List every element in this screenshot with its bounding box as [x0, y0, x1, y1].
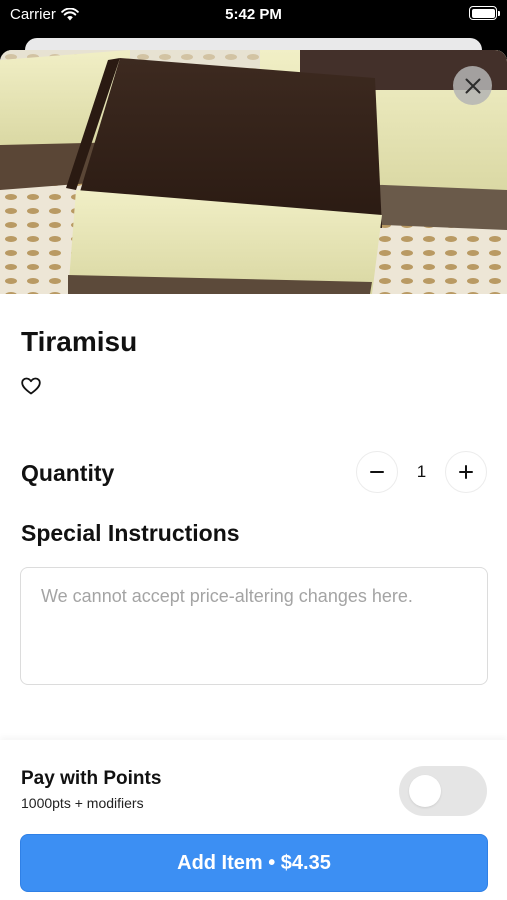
checkout-footer: Pay with Points 1000pts + modifiers Add … [0, 740, 507, 900]
toggle-knob [409, 775, 441, 807]
tiramisu-photo-art [0, 50, 507, 294]
close-button[interactable] [453, 66, 492, 105]
pay-with-points-label: Pay with Points [21, 768, 162, 789]
special-instructions-box [20, 567, 488, 685]
battery-icon [469, 6, 500, 20]
add-item-button[interactable]: Add Item • $4.35 [20, 834, 488, 892]
item-photo [0, 50, 507, 294]
increment-button[interactable] [445, 451, 487, 493]
quantity-stepper: 1 [356, 451, 487, 493]
clock: 5:42 PM [225, 6, 282, 23]
special-instructions-input[interactable] [41, 584, 467, 668]
minus-icon [370, 471, 384, 473]
pay-with-points-subtitle: 1000pts + modifiers [21, 795, 144, 811]
status-bar: Carrier 5:42 PM [0, 0, 507, 38]
plus-icon [459, 465, 473, 479]
decrement-button[interactable] [356, 451, 398, 493]
quantity-value: 1 [416, 462, 427, 481]
item-title: Tiramisu [21, 326, 138, 357]
pay-with-points-toggle[interactable] [399, 766, 487, 816]
quantity-label: Quantity [21, 460, 115, 486]
heart-outline-icon[interactable] [21, 377, 41, 395]
special-instructions-label: Special Instructions [21, 520, 240, 546]
item-detail-sheet: Tiramisu Quantity 1 Special Instructions… [0, 50, 507, 900]
close-icon [465, 78, 480, 93]
